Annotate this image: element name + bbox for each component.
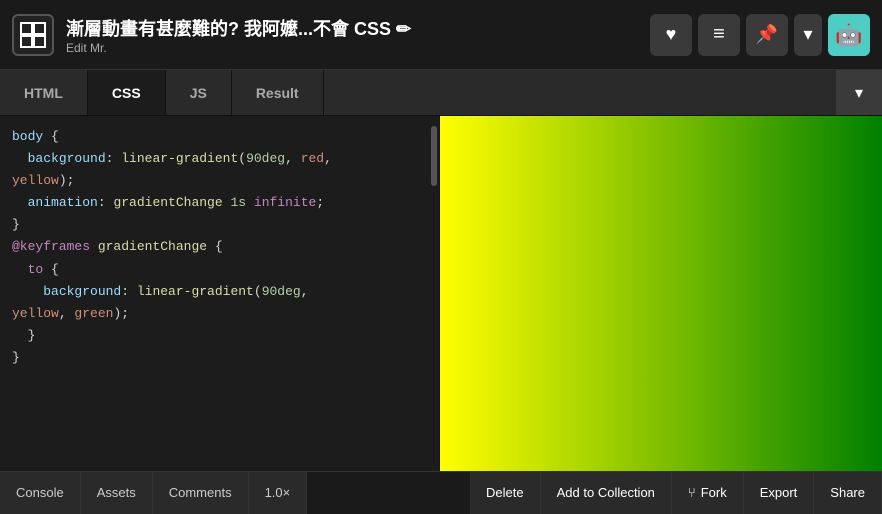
code-line: body { [0,126,439,148]
tab-result[interactable]: Result [232,70,324,115]
fork-button[interactable]: ⑂ Fork [672,472,744,514]
page-subtitle: Edit Mr. [66,41,650,55]
pin-button[interactable]: 📌 [746,14,788,56]
header-actions: ♥ ≡ 📌 ▾ 🤖 [650,14,870,56]
code-line: @keyframes gradientChange { [0,236,439,258]
code-line: } [0,347,439,369]
comments-button[interactable]: Comments [153,472,249,514]
header: 漸層動畫有甚麼難的? 我阿嬤...不會 CSS ✏ Edit Mr. ♥ ≡ 📌… [0,0,882,70]
page-title: 漸層動畫有甚麼難的? 我阿嬤...不會 CSS ✏ [66,15,650,41]
fork-label: Fork [701,485,727,500]
tab-js[interactable]: JS [166,70,232,115]
main-content: body { background: linear-gradient(90deg… [0,116,882,471]
code-editor[interactable]: body { background: linear-gradient(90deg… [0,116,440,471]
bottom-bar: Console Assets Comments 1.0× Delete Add … [0,471,882,513]
code-line: } [0,214,439,236]
code-line: animation: gradientChange 1s infinite; [0,192,439,214]
delete-button[interactable]: Delete [470,472,541,514]
gradient-animation [440,116,882,471]
code-line: yellow); [0,170,439,192]
site-logo [12,14,54,56]
code-line: yellow, green); [0,303,439,325]
zoom-control[interactable]: 1.0× [249,472,308,514]
console-button[interactable]: Console [0,472,81,514]
code-line: to { [0,259,439,281]
avatar-button[interactable]: 🤖 [828,14,870,56]
tab-css[interactable]: CSS [88,70,166,115]
tab-bar: HTML CSS JS Result ▾ [0,70,882,116]
add-collection-button[interactable]: Add to Collection [541,472,672,514]
export-button[interactable]: Export [744,472,815,514]
fork-icon: ⑂ [688,485,696,500]
dropdown-chevron-button[interactable]: ▾ [794,14,822,56]
preview-panel [440,116,882,471]
heart-button[interactable]: ♥ [650,14,692,56]
header-title-area: 漸層動畫有甚麼難的? 我阿嬤...不會 CSS ✏ Edit Mr. [66,15,650,55]
assets-button[interactable]: Assets [81,472,153,514]
scrollbar[interactable] [431,126,437,186]
code-line: background: linear-gradient(90deg, red, [0,148,439,170]
list-button[interactable]: ≡ [698,14,740,56]
code-line: background: linear-gradient(90deg, [0,281,439,303]
share-button[interactable]: Share [814,472,882,514]
code-line: } [0,325,439,347]
tab-html[interactable]: HTML [0,70,88,115]
tab-dropdown[interactable]: ▾ [836,70,882,115]
